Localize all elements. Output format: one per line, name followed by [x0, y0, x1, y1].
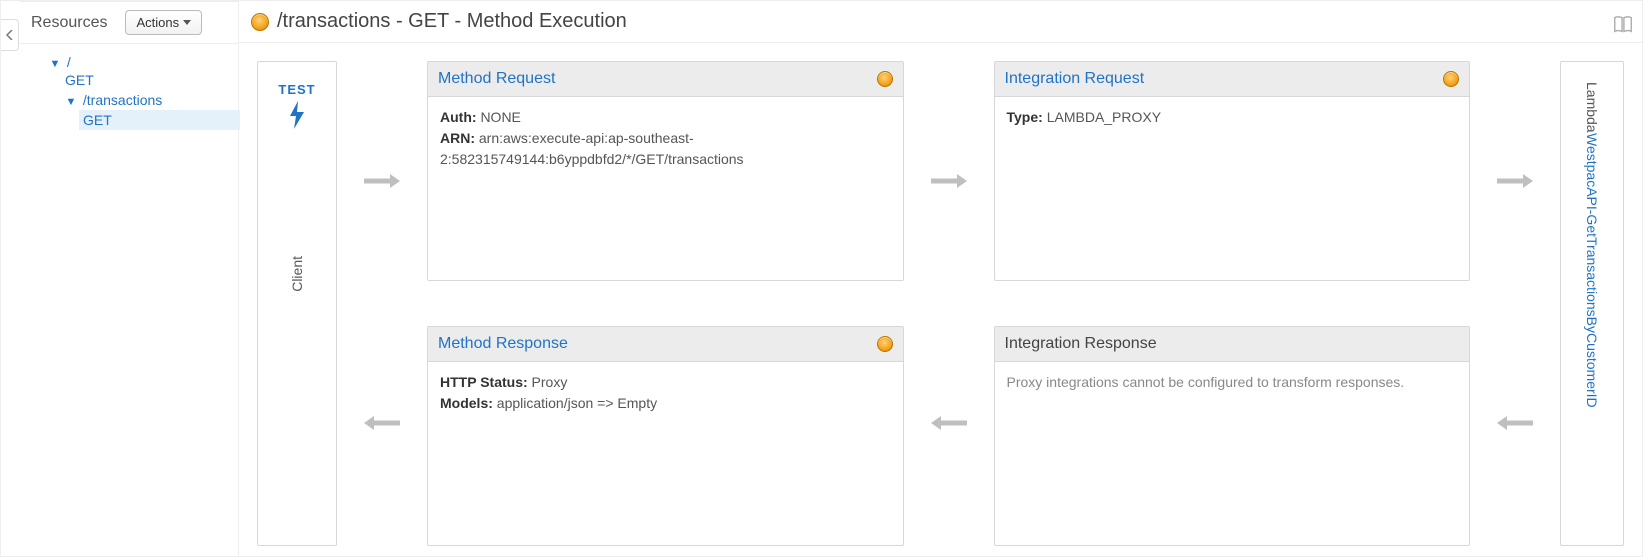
- actions-label: Actions: [136, 15, 179, 30]
- actions-dropdown[interactable]: Actions: [125, 10, 202, 35]
- lambda-column: Lambda WestpacAPI-GetTransactionsByCusto…: [1560, 61, 1624, 546]
- arrow-right-icon: [362, 171, 402, 194]
- arrow-left-icon: [362, 413, 402, 436]
- documentation-icon[interactable]: [1612, 13, 1630, 31]
- title-text: /transactions - GET - Method Execution: [277, 10, 627, 33]
- settings-dot-icon[interactable]: [877, 71, 893, 87]
- auth-label: Auth:: [440, 109, 477, 125]
- tree-node-transactions-get[interactable]: GET: [79, 110, 240, 130]
- models-value: application/json => Empty: [497, 395, 657, 411]
- settings-dot-icon[interactable]: [1443, 71, 1459, 87]
- sidebar-title: Resources: [25, 14, 107, 32]
- type-label: Type:: [1007, 109, 1043, 125]
- method-response-panel: Method Response HTTP Status: Proxy Model…: [427, 326, 904, 546]
- sidebar-collapse-button[interactable]: [1, 19, 19, 51]
- tree-node-transactions[interactable]: /transactions: [83, 92, 162, 108]
- integration-response-message: Proxy integrations cannot be configured …: [1007, 374, 1405, 390]
- method-request-link[interactable]: Method Request: [438, 70, 555, 88]
- lambda-function-link[interactable]: WestpacAPI-GetTransactionsByCustomerID: [1584, 133, 1600, 408]
- integration-response-panel: Integration Response Proxy integrations …: [994, 326, 1471, 546]
- type-value: LAMBDA_PROXY: [1047, 109, 1161, 125]
- method-request-panel: Method Request Auth: NONE ARN: arn:aws:e…: [427, 61, 904, 281]
- lambda-prefix: Lambda: [1584, 82, 1600, 133]
- auth-value: NONE: [480, 109, 520, 125]
- resource-tree: ▼ / GET ▼ /transactions GET: [19, 44, 238, 136]
- client-label: Client: [289, 256, 305, 292]
- arrow-left-icon: [1495, 413, 1535, 436]
- page-title: /transactions - GET - Method Execution: [251, 10, 1604, 33]
- caret-down-icon: [183, 20, 191, 25]
- integration-request-panel: Integration Request Type: LAMBDA_PROXY: [994, 61, 1471, 281]
- http-status-value: Proxy: [532, 374, 568, 390]
- method-response-link[interactable]: Method Response: [438, 335, 568, 353]
- test-link[interactable]: TEST: [278, 82, 315, 97]
- resources-sidebar: Resources Actions ▼ / GET ▼ /transaction…: [19, 1, 239, 556]
- arrow-left-icon: [929, 413, 969, 436]
- tree-node-root[interactable]: /: [67, 54, 71, 70]
- tree-toggle-icon[interactable]: ▼: [49, 58, 61, 70]
- tree-toggle-icon[interactable]: ▼: [65, 96, 77, 108]
- integration-response-title: Integration Response: [1005, 335, 1157, 353]
- arn-value: arn:aws:execute-api:ap-southeast-2:58231…: [440, 130, 744, 167]
- integration-request-link[interactable]: Integration Request: [1005, 70, 1145, 88]
- status-dot-icon: [251, 13, 269, 31]
- tree-node-root-get[interactable]: GET: [65, 72, 94, 88]
- http-status-label: HTTP Status:: [440, 374, 528, 390]
- client-column: TEST Client: [257, 61, 337, 546]
- arrow-right-icon: [929, 171, 969, 194]
- arrow-right-icon: [1495, 171, 1535, 194]
- arn-label: ARN:: [440, 130, 475, 146]
- lightning-icon[interactable]: [288, 101, 306, 136]
- models-label: Models:: [440, 395, 493, 411]
- settings-dot-icon[interactable]: [877, 336, 893, 352]
